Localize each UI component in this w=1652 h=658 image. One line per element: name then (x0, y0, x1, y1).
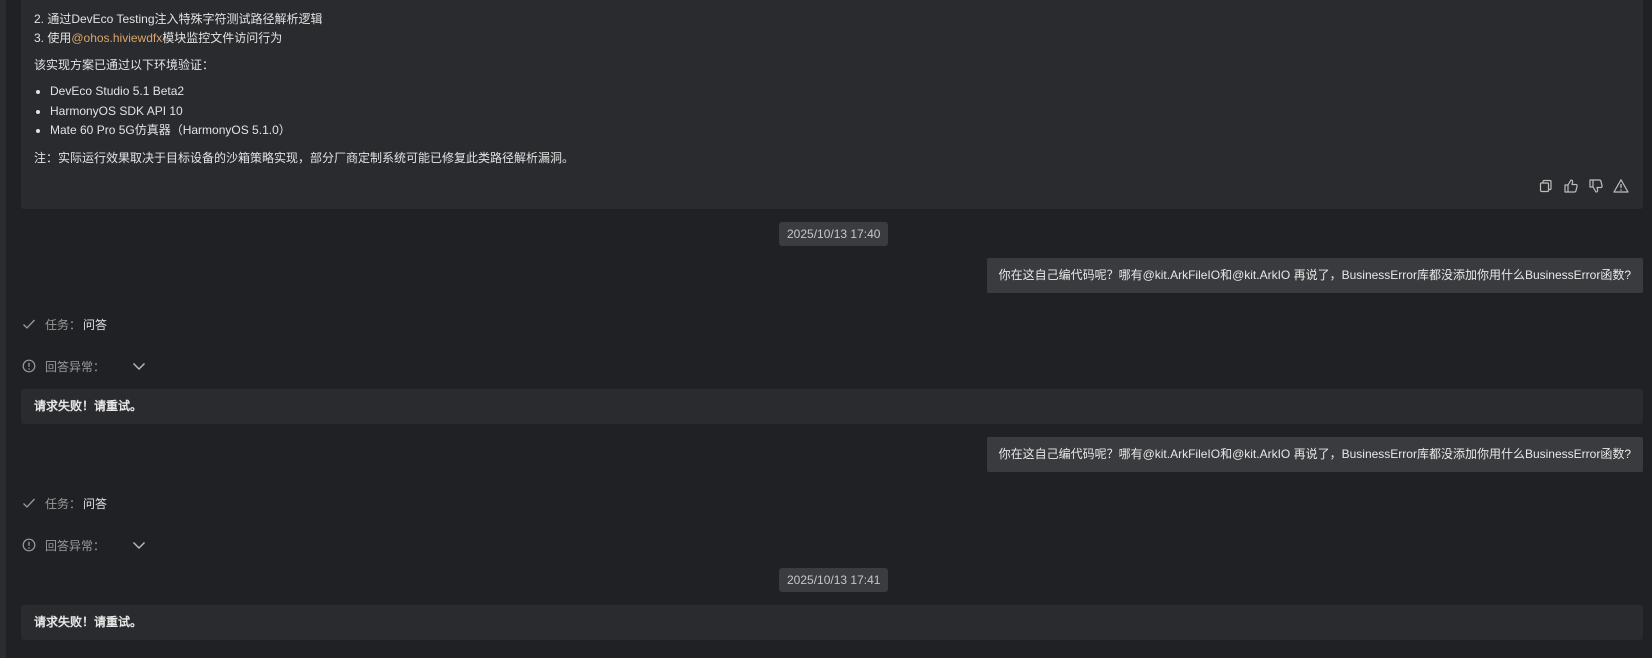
answer-step-3-suffix: 模块监控文件访问行为 (162, 31, 283, 45)
user-message-bubble: 你在这自己编代码呢？哪有@kit.ArkFileIO和@kit.ArkIO 再说… (986, 258, 1643, 293)
error-message-card: 请求失败！请重试。 (21, 389, 1643, 424)
answer-note: 注：实际运行效果取决于目标设备的沙箱策略实现，部分厂商定制系统可能已修复此类路径… (34, 151, 575, 165)
chat-area: 2. 通过DevEco Testing注入特殊字符测试路径解析逻辑 3. 使用@… (21, 0, 1643, 658)
env-item: Mate 60 Pro 5G仿真器（HarmonyOS 5.1.0） (50, 121, 291, 141)
answer-step-3-prefix: 3. 使用 (34, 31, 72, 45)
answer-step-2: 2. 通过DevEco Testing注入特殊字符测试路径解析逻辑 (34, 12, 323, 26)
env-item: HarmonyOS SDK API 10 (50, 102, 291, 122)
check-icon (21, 495, 37, 511)
info-circle-icon (21, 537, 37, 553)
error-message-card: 请求失败！请重试。 (21, 605, 1643, 640)
task-row: 任务： 问答 (21, 314, 107, 334)
answer-verified-intro: 该实现方案已通过以下环境验证： (34, 58, 215, 72)
task-label: 任务： (45, 317, 82, 332)
error-message-text: 请求失败！请重试。 (34, 399, 143, 413)
timestamp-chip: 2025/10/13 17:40 (779, 222, 889, 246)
chevron-down-icon[interactable] (131, 537, 147, 553)
answer-toolbar (1538, 178, 1629, 194)
assistant-answer-card: 2. 通过DevEco Testing注入特殊字符测试路径解析逻辑 3. 使用@… (21, 0, 1643, 209)
user-message-bubble: 你在这自己编代码呢？哪有@kit.ArkFileIO和@kit.ArkIO 再说… (986, 437, 1643, 472)
warning-icon[interactable] (1613, 178, 1629, 194)
task-row: 任务： 问答 (21, 493, 107, 513)
copy-icon[interactable] (1538, 178, 1554, 194)
answer-step-3-module: @ohos.hiviewdfx (71, 31, 163, 45)
info-circle-icon (21, 358, 37, 374)
task-value: 问答 (83, 496, 108, 511)
env-item: DevEco Studio 5.1 Beta2 (50, 82, 291, 102)
task-value: 问答 (83, 317, 108, 332)
answer-error-label: 回答异常： (45, 538, 106, 553)
task-label: 任务： (45, 496, 82, 511)
left-rail (0, 0, 6, 658)
answer-step-3: 3. 使用@ohos.hiviewdfx模块监控文件访问行为 (34, 29, 282, 46)
answer-error-row: 回答异常： (21, 535, 147, 555)
thumbs-down-icon[interactable] (1588, 178, 1604, 194)
thumbs-up-icon[interactable] (1563, 178, 1579, 194)
timestamp-chip: 2025/10/13 17:41 (779, 568, 889, 592)
check-icon (21, 316, 37, 332)
answer-error-row: 回答异常： (21, 356, 147, 376)
env-list: DevEco Studio 5.1 Beta2 HarmonyOS SDK AP… (34, 82, 291, 141)
error-message-text: 请求失败！请重试。 (34, 615, 143, 629)
answer-error-label: 回答异常： (45, 359, 106, 374)
chevron-down-icon[interactable] (131, 358, 147, 374)
